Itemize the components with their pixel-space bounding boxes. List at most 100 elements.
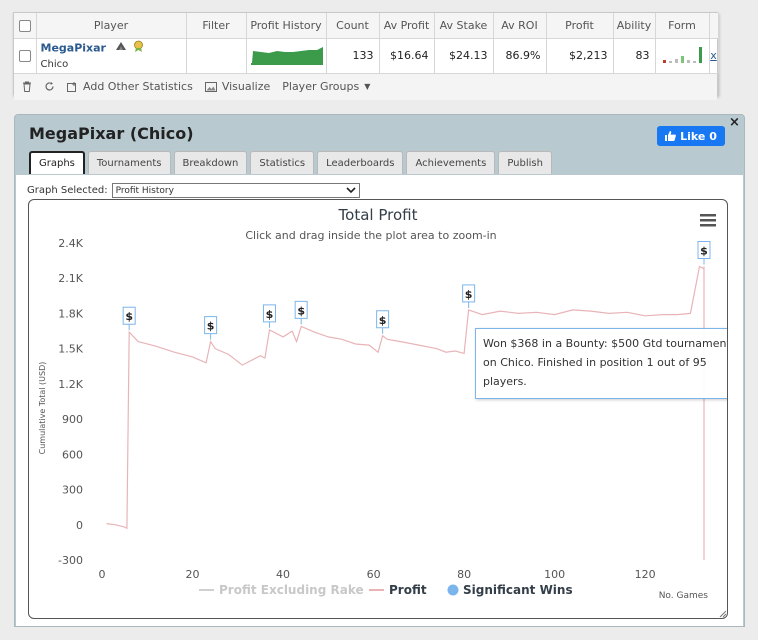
award-badge-icon (133, 40, 144, 57)
menu-icon[interactable] (700, 214, 716, 227)
col-header-filter[interactable]: Filter (186, 13, 247, 39)
chart-title: Total Profit (338, 206, 418, 224)
tab-leaderboards[interactable]: Leaderboards (317, 151, 404, 174)
flag-label: $ (297, 304, 305, 317)
row-checkbox[interactable] (18, 50, 31, 62)
chart-series (106, 265, 705, 560)
x-tick-label: 100 (544, 568, 565, 581)
count-cell: 133 (326, 38, 380, 74)
delete-button[interactable] (22, 81, 32, 92)
y-tick-label: 2.4K (58, 237, 83, 250)
shark-icon (115, 41, 127, 56)
player-groups-dropdown[interactable]: Player Groups ▼ (282, 80, 370, 93)
flag-label: $ (207, 320, 215, 333)
col-header-profit-history[interactable]: Profit History (246, 13, 327, 39)
y-tick-label: 2.1K (58, 272, 83, 285)
table-row: MegaPixar Chico 133 $16.64 $24.13 86.9% (14, 38, 719, 74)
ability-cell: 83 (613, 38, 656, 74)
col-header-player[interactable]: Player (36, 13, 187, 39)
panel-tabs: Graphs Tournaments Breakdown Statistics … (29, 151, 552, 174)
player-stats-panel: Player Filter Profit History Count Av Pr… (13, 12, 719, 100)
graphs-tab-content: Graph Selected: Profit History Total Pro… (16, 175, 743, 626)
flag-label: $ (465, 288, 473, 301)
row-select-cell[interactable] (14, 38, 37, 74)
legend-item: Profit Excluding Rake (199, 583, 364, 597)
form-cell (655, 38, 710, 74)
y-tick-label: 0 (76, 519, 83, 532)
y-tick-label: 1.8K (58, 307, 83, 320)
visualize-button[interactable]: Visualize (204, 80, 270, 93)
y-tick-label: 900 (62, 413, 83, 426)
significant-win-flag: $ (376, 310, 390, 334)
close-panel-button[interactable]: × (729, 115, 740, 130)
y-tick-label: 1.5K (58, 343, 83, 356)
x-tick-label: 120 (635, 568, 656, 581)
facebook-like-button[interactable]: Like 0 (657, 126, 725, 146)
legend-label: Significant Wins (463, 583, 573, 597)
chart-grid (102, 242, 704, 561)
panel-title: MegaPixar (Chico) (29, 124, 194, 143)
player-groups-label: Player Groups (282, 80, 360, 93)
tab-publish[interactable]: Publish (498, 151, 552, 174)
significant-win-flag: $ (262, 304, 276, 328)
legend-label: Profit (389, 583, 427, 597)
col-header-profit[interactable]: Profit (546, 13, 614, 39)
player-stats-table: Player Filter Profit History Count Av Pr… (14, 13, 719, 74)
tab-achievements[interactable]: Achievements (406, 151, 496, 174)
col-header-av-profit[interactable]: Av Profit (379, 13, 435, 39)
profit-sparkline (250, 47, 323, 65)
flag-label: $ (125, 310, 133, 323)
tab-tournaments[interactable]: Tournaments (87, 151, 171, 174)
profit-chart[interactable]: Total Profit Click and drag inside the p… (29, 200, 728, 619)
av-profit-cell: $16.64 (379, 38, 435, 74)
x-tick-label: 80 (457, 568, 471, 581)
form-chart (662, 47, 702, 63)
profit-history-cell[interactable] (246, 38, 327, 74)
add-statistics-button[interactable]: Add Other Statistics (67, 80, 193, 93)
y-tick-label: 300 (62, 484, 83, 497)
remove-row-link[interactable]: x (709, 38, 719, 74)
graph-select-value: Profit History (115, 185, 174, 196)
table-header-row: Player Filter Profit History Count Av Pr… (14, 13, 719, 39)
legend-item: Profit (369, 583, 427, 597)
y-tick-label: 1.2K (58, 378, 83, 391)
select-all-header[interactable] (14, 13, 37, 39)
av-roi-cell: 86.9% (493, 38, 547, 74)
add-columns-icon (67, 81, 76, 92)
col-header-count[interactable]: Count (326, 13, 380, 39)
table-toolbar: Add Other Statistics Visualize Player Gr… (14, 73, 717, 100)
profit-cell: $2,213 (546, 38, 614, 74)
select-all-checkbox[interactable] (18, 19, 31, 32)
player-detail-panel: MegaPixar (Chico) Like 0 × Graphs Tourna… (14, 114, 745, 627)
refresh-button[interactable] (44, 81, 55, 92)
resize-handle-icon[interactable] (719, 610, 727, 618)
significant-win-flag: $ (294, 300, 308, 325)
x-tick-label: 40 (276, 568, 290, 581)
x-tick-label: 0 (99, 568, 106, 581)
filter-cell[interactable] (186, 38, 247, 74)
player-name-link[interactable]: MegaPixar (41, 41, 106, 54)
legend-item: Significant Wins (447, 583, 573, 597)
tab-breakdown[interactable]: Breakdown (173, 151, 248, 174)
flag-label: $ (379, 314, 387, 327)
profit-chart-container[interactable]: Total Profit Click and drag inside the p… (28, 199, 728, 619)
significant-win-flag: $ (462, 284, 476, 308)
tab-graphs[interactable]: Graphs (29, 151, 85, 174)
significant-wins-flags: $ $ $ $ $ $ $ (122, 240, 711, 340)
graph-select-label: Graph Selected: (27, 185, 108, 196)
col-header-form[interactable]: Form (655, 13, 710, 39)
col-header-av-stake[interactable]: Av Stake (434, 13, 494, 39)
x-tick-label: 20 (186, 568, 200, 581)
col-header-av-roi[interactable]: Av ROI (493, 13, 547, 39)
player-cell: MegaPixar Chico (36, 38, 187, 74)
col-header-ability[interactable]: Ability (613, 13, 656, 39)
significant-win-flag: $ (122, 306, 136, 331)
graph-select-dropdown[interactable]: Profit History (111, 183, 360, 198)
flag-label: $ (700, 244, 708, 257)
tab-statistics[interactable]: Statistics (250, 151, 315, 174)
legend-label: Profit Excluding Rake (219, 583, 364, 597)
add-statistics-label: Add Other Statistics (83, 80, 193, 93)
significant-win-flag: $ (204, 316, 218, 340)
x-tick-label: 60 (367, 568, 381, 581)
chart-subtitle: Click and drag inside the plot area to z… (245, 229, 496, 242)
